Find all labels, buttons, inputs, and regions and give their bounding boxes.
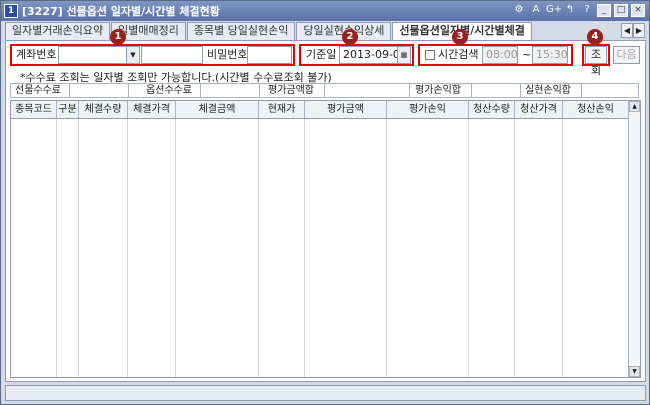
summary-value-options-fee [200, 84, 260, 97]
content-panel: 계좌번호 ▼ 비밀번호 1 기준일 2013-09-03 ▦ 2 시간검색 08… [5, 29, 646, 382]
summary-value-futures-fee [69, 84, 129, 97]
account-number-select[interactable]: ▼ [58, 46, 140, 64]
column-header[interactable]: 체결가격 [128, 101, 176, 118]
maximize-button[interactable]: □ [614, 3, 628, 17]
column-header[interactable]: 청산수량 [469, 101, 515, 118]
summary-value-eval-pnl [471, 84, 521, 97]
column-header[interactable]: 청산가격 [515, 101, 563, 118]
table-column [79, 119, 128, 377]
column-header[interactable]: 현재가 [259, 101, 305, 118]
calendar-icon[interactable]: ▦ [397, 47, 410, 63]
time-to-field[interactable]: 15:30 [532, 46, 568, 64]
table-column [469, 119, 515, 377]
settings-icon[interactable]: ⚙ [512, 3, 526, 17]
window-title: [3227] 선물옵션 일자별/시간별 체결현황 [22, 5, 220, 18]
font-icon[interactable]: A [529, 3, 543, 17]
column-header[interactable]: 평가금액 [305, 101, 387, 118]
chevron-down-icon[interactable]: ▼ [126, 47, 139, 63]
column-header[interactable]: 평가손익 [387, 101, 469, 118]
summary-label-options-fee: 옵션수수료 [146, 85, 192, 96]
tab-nav: ◀ ▶ [621, 23, 645, 38]
summary-label-futures-fee: 선물수수료 [15, 85, 61, 96]
time-search-label: 시간검색 [438, 48, 479, 61]
summary-value-realized-pnl [581, 84, 639, 97]
link-icon[interactable]: G+ [546, 3, 562, 17]
date-field[interactable]: 2013-09-03 ▦ [339, 46, 411, 64]
summary-bar: 선물수수료 옵션수수료 평가금액합 평가손익합 실현손익합 [10, 83, 639, 98]
column-header[interactable]: 청산손익 [563, 101, 629, 118]
summary-label-realized-pnl: 실현손익합 [525, 85, 571, 96]
app-icon: 1 [4, 4, 18, 18]
table-column [515, 119, 563, 377]
marker-badge-4: 4 [587, 29, 603, 45]
pin-icon[interactable]: ↰ [563, 3, 577, 17]
password-label: 비밀번호 [207, 48, 248, 61]
tab-item-realized-pnl[interactable]: 종목별 당일실현손익 [186, 22, 296, 40]
time-from-field[interactable]: 08:00 [482, 46, 518, 64]
fills-table[interactable]: 종목코드 구분 체결수량 체결가격 체결금액 현재가 평가금액 평가손익 청산수… [10, 100, 641, 378]
table-column [176, 119, 259, 377]
table-column [11, 119, 57, 377]
scroll-up-icon[interactable]: ▲ [629, 101, 640, 112]
help-icon[interactable]: ? [580, 3, 594, 17]
tab-prev-icon[interactable]: ◀ [621, 23, 633, 38]
tab-strip: 일자별거래손익요약 일별매매정리 종목별 당일실현손익 당일실현손익상세 선물옵… [5, 22, 645, 40]
table-column [563, 119, 629, 377]
table-column [259, 119, 305, 377]
status-bar [5, 385, 646, 401]
column-header[interactable]: 체결수량 [79, 101, 128, 118]
marker-badge-1: 1 [110, 29, 126, 45]
title-tools: ⚙ A G+ ↰ ? _ □ × [512, 3, 645, 17]
next-button[interactable]: 다음 [613, 46, 640, 64]
summary-label-eval-amount: 평가금액합 [268, 85, 314, 96]
account-label: 계좌번호 [16, 48, 57, 61]
column-header[interactable]: 체결금액 [176, 101, 259, 118]
scroll-down-icon[interactable]: ▼ [629, 366, 640, 377]
date-label: 기준일 [306, 48, 337, 61]
summary-value-eval-amount [324, 84, 410, 97]
time-separator: ~ [522, 48, 532, 61]
password-field[interactable] [247, 46, 292, 64]
summary-label-eval-pnl: 평가손익합 [415, 85, 461, 96]
table-column [57, 119, 79, 377]
table-header: 종목코드 구분 체결수량 체결가격 체결금액 현재가 평가금액 평가손익 청산수… [11, 101, 629, 119]
close-button[interactable]: × [631, 3, 645, 17]
main-window: 1 [3227] 선물옵션 일자별/시간별 체결현황 ⚙ A G+ ↰ ? _ … [0, 0, 650, 405]
control-row: 계좌번호 ▼ 비밀번호 1 기준일 2013-09-03 ▦ 2 시간검색 08… [6, 29, 645, 77]
marker-badge-2: 2 [342, 29, 358, 45]
column-header[interactable]: 종목코드 [11, 101, 57, 118]
vertical-scrollbar[interactable]: ▲ ▼ [628, 101, 640, 377]
query-button[interactable]: 조회 [585, 46, 607, 77]
table-column [128, 119, 176, 377]
minimize-button[interactable]: _ [597, 3, 611, 17]
tab-next-icon[interactable]: ▶ [633, 23, 645, 38]
table-column [387, 119, 469, 377]
tab-daily-pnl-summary[interactable]: 일자별거래손익요약 [5, 22, 111, 40]
table-column [305, 119, 387, 377]
time-search-checkbox[interactable] [425, 50, 435, 60]
account-name-field[interactable] [141, 46, 203, 64]
title-bar: 1 [3227] 선물옵션 일자별/시간별 체결현황 ⚙ A G+ ↰ ? _ … [1, 1, 649, 21]
column-header[interactable]: 구분 [57, 101, 79, 118]
marker-badge-3: 3 [452, 29, 468, 45]
